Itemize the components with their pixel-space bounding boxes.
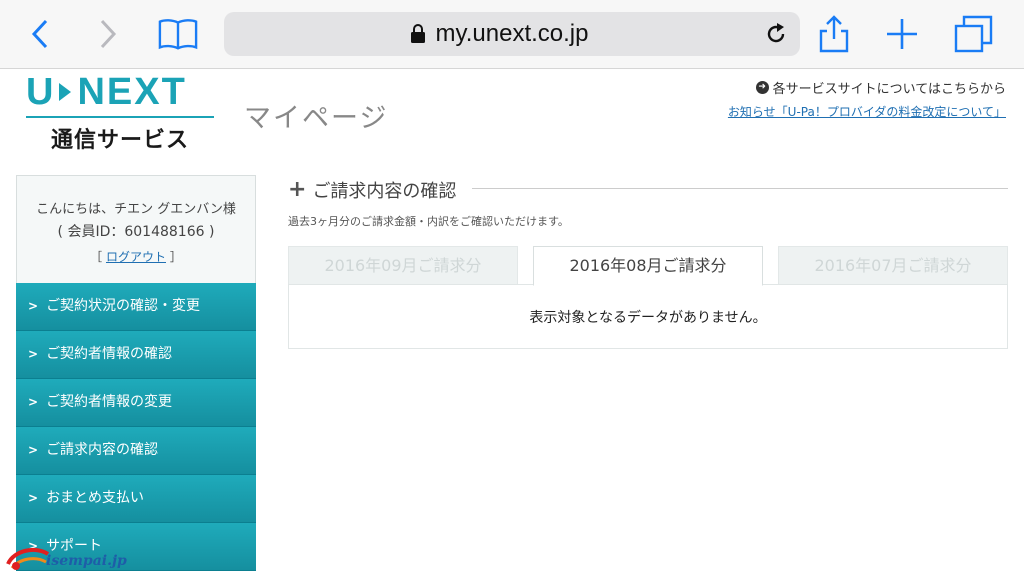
chevron-right-icon: > xyxy=(28,491,39,505)
tab-2016-08[interactable]: 2016年08月ご請求分 xyxy=(533,246,763,286)
logo-divider xyxy=(26,116,214,118)
reload-icon[interactable] xyxy=(764,22,788,46)
logo-u: U xyxy=(26,71,56,113)
chevron-right-icon: > xyxy=(28,299,39,313)
watermark: isempai.jp xyxy=(6,544,127,575)
bookmarks-icon[interactable] xyxy=(158,14,198,54)
sidebar-menu: > ご契約状況の確認・変更 > ご契約者情報の確認 > ご契約者情報の変更 > … xyxy=(16,283,256,571)
sidebar-item-combined-payment[interactable]: > おまとめ支払い xyxy=(16,475,256,523)
billing-tabs: 2016年09月ご請求分 2016年08月ご請求分 2016年07月ご請求分 xyxy=(288,246,1008,286)
sidebar: こんにちは、チエン グエンバン様 ( 会員ID：601488166 ) ［ ログ… xyxy=(16,175,256,575)
empty-message: 表示対象となるデータがありません。 xyxy=(529,310,767,326)
bracket-open: ［ xyxy=(90,250,103,264)
watermark-logo-icon xyxy=(6,547,50,570)
tab-2016-07[interactable]: 2016年07月ご請求分 xyxy=(778,246,1008,284)
unext-logo[interactable]: U NEXT 通信サービス xyxy=(26,71,214,153)
section-title: + ご請求内容の確認 xyxy=(288,177,456,203)
section-divider xyxy=(472,188,1008,189)
logo-next: NEXT xyxy=(77,71,187,113)
page-title: マイページ xyxy=(244,103,389,134)
sidebar-item-label: ご契約者情報の変更 xyxy=(46,394,173,410)
greeting-box: こんにちは、チエン グエンバン様 ( 会員ID：601488166 ) ［ ログ… xyxy=(16,175,256,284)
browser-toolbar: my.unext.co.jp xyxy=(0,0,1024,69)
section-description: 過去3ヶ月分のご請求金額・内訳をご確認いただけます。 xyxy=(288,215,569,228)
watermark-text: isempai.jp xyxy=(46,553,127,569)
service-sites-link[interactable]: ➜ 各サービスサイトについてはこちらから xyxy=(755,78,1006,97)
logo-subtitle: 通信サービス xyxy=(50,128,189,153)
logo-arrow-icon xyxy=(59,83,72,101)
member-id: ( 会員ID：601488166 ) xyxy=(57,224,215,240)
logout-link[interactable]: ログアウト xyxy=(106,250,166,264)
sidebar-item-label: ご契約者情報の確認 xyxy=(46,346,173,362)
new-tab-icon[interactable] xyxy=(882,14,922,54)
logout-wrapper: ［ ログアウト ］ xyxy=(17,248,255,265)
section-title-text: ご請求内容の確認 xyxy=(312,181,457,202)
sidebar-item-billing[interactable]: > ご請求内容の確認 xyxy=(16,427,256,475)
tab-2016-09[interactable]: 2016年09月ご請求分 xyxy=(288,246,518,284)
sidebar-item-contractor-change[interactable]: > ご契約者情報の変更 xyxy=(16,379,256,427)
sidebar-item-contract-status[interactable]: > ご契約状況の確認・変更 xyxy=(16,283,256,331)
forward-icon[interactable] xyxy=(88,14,128,54)
greeting-text: こんにちは、チエン グエンバン様 xyxy=(36,202,236,217)
chevron-right-icon: > xyxy=(28,443,39,457)
notice-link[interactable]: お知らせ「U-Pa！プロバイダの料金改定について」 xyxy=(728,103,1006,120)
bracket-close: ］ xyxy=(169,250,182,264)
chevron-right-icon: > xyxy=(28,395,39,409)
url-text: my.unext.co.jp xyxy=(435,20,589,47)
sidebar-item-contractor-info[interactable]: > ご契約者情報の確認 xyxy=(16,331,256,379)
tab-panel: 表示対象となるデータがありません。 xyxy=(288,284,1008,349)
sidebar-item-label: ご契約状況の確認・変更 xyxy=(46,298,201,314)
sidebar-item-label: ご請求内容の確認 xyxy=(46,442,159,458)
arrow-right-icon: ➜ xyxy=(755,81,769,94)
tabs-icon[interactable] xyxy=(954,14,994,54)
service-sites-label: 各サービスサイトについてはこちらから xyxy=(772,82,1006,97)
back-icon[interactable] xyxy=(20,14,60,54)
chevron-right-icon: > xyxy=(28,347,39,361)
plus-icon: + xyxy=(288,177,307,202)
address-bar[interactable]: my.unext.co.jp xyxy=(224,12,800,56)
share-icon[interactable] xyxy=(814,14,854,54)
sidebar-item-label: おまとめ支払い xyxy=(46,490,145,506)
